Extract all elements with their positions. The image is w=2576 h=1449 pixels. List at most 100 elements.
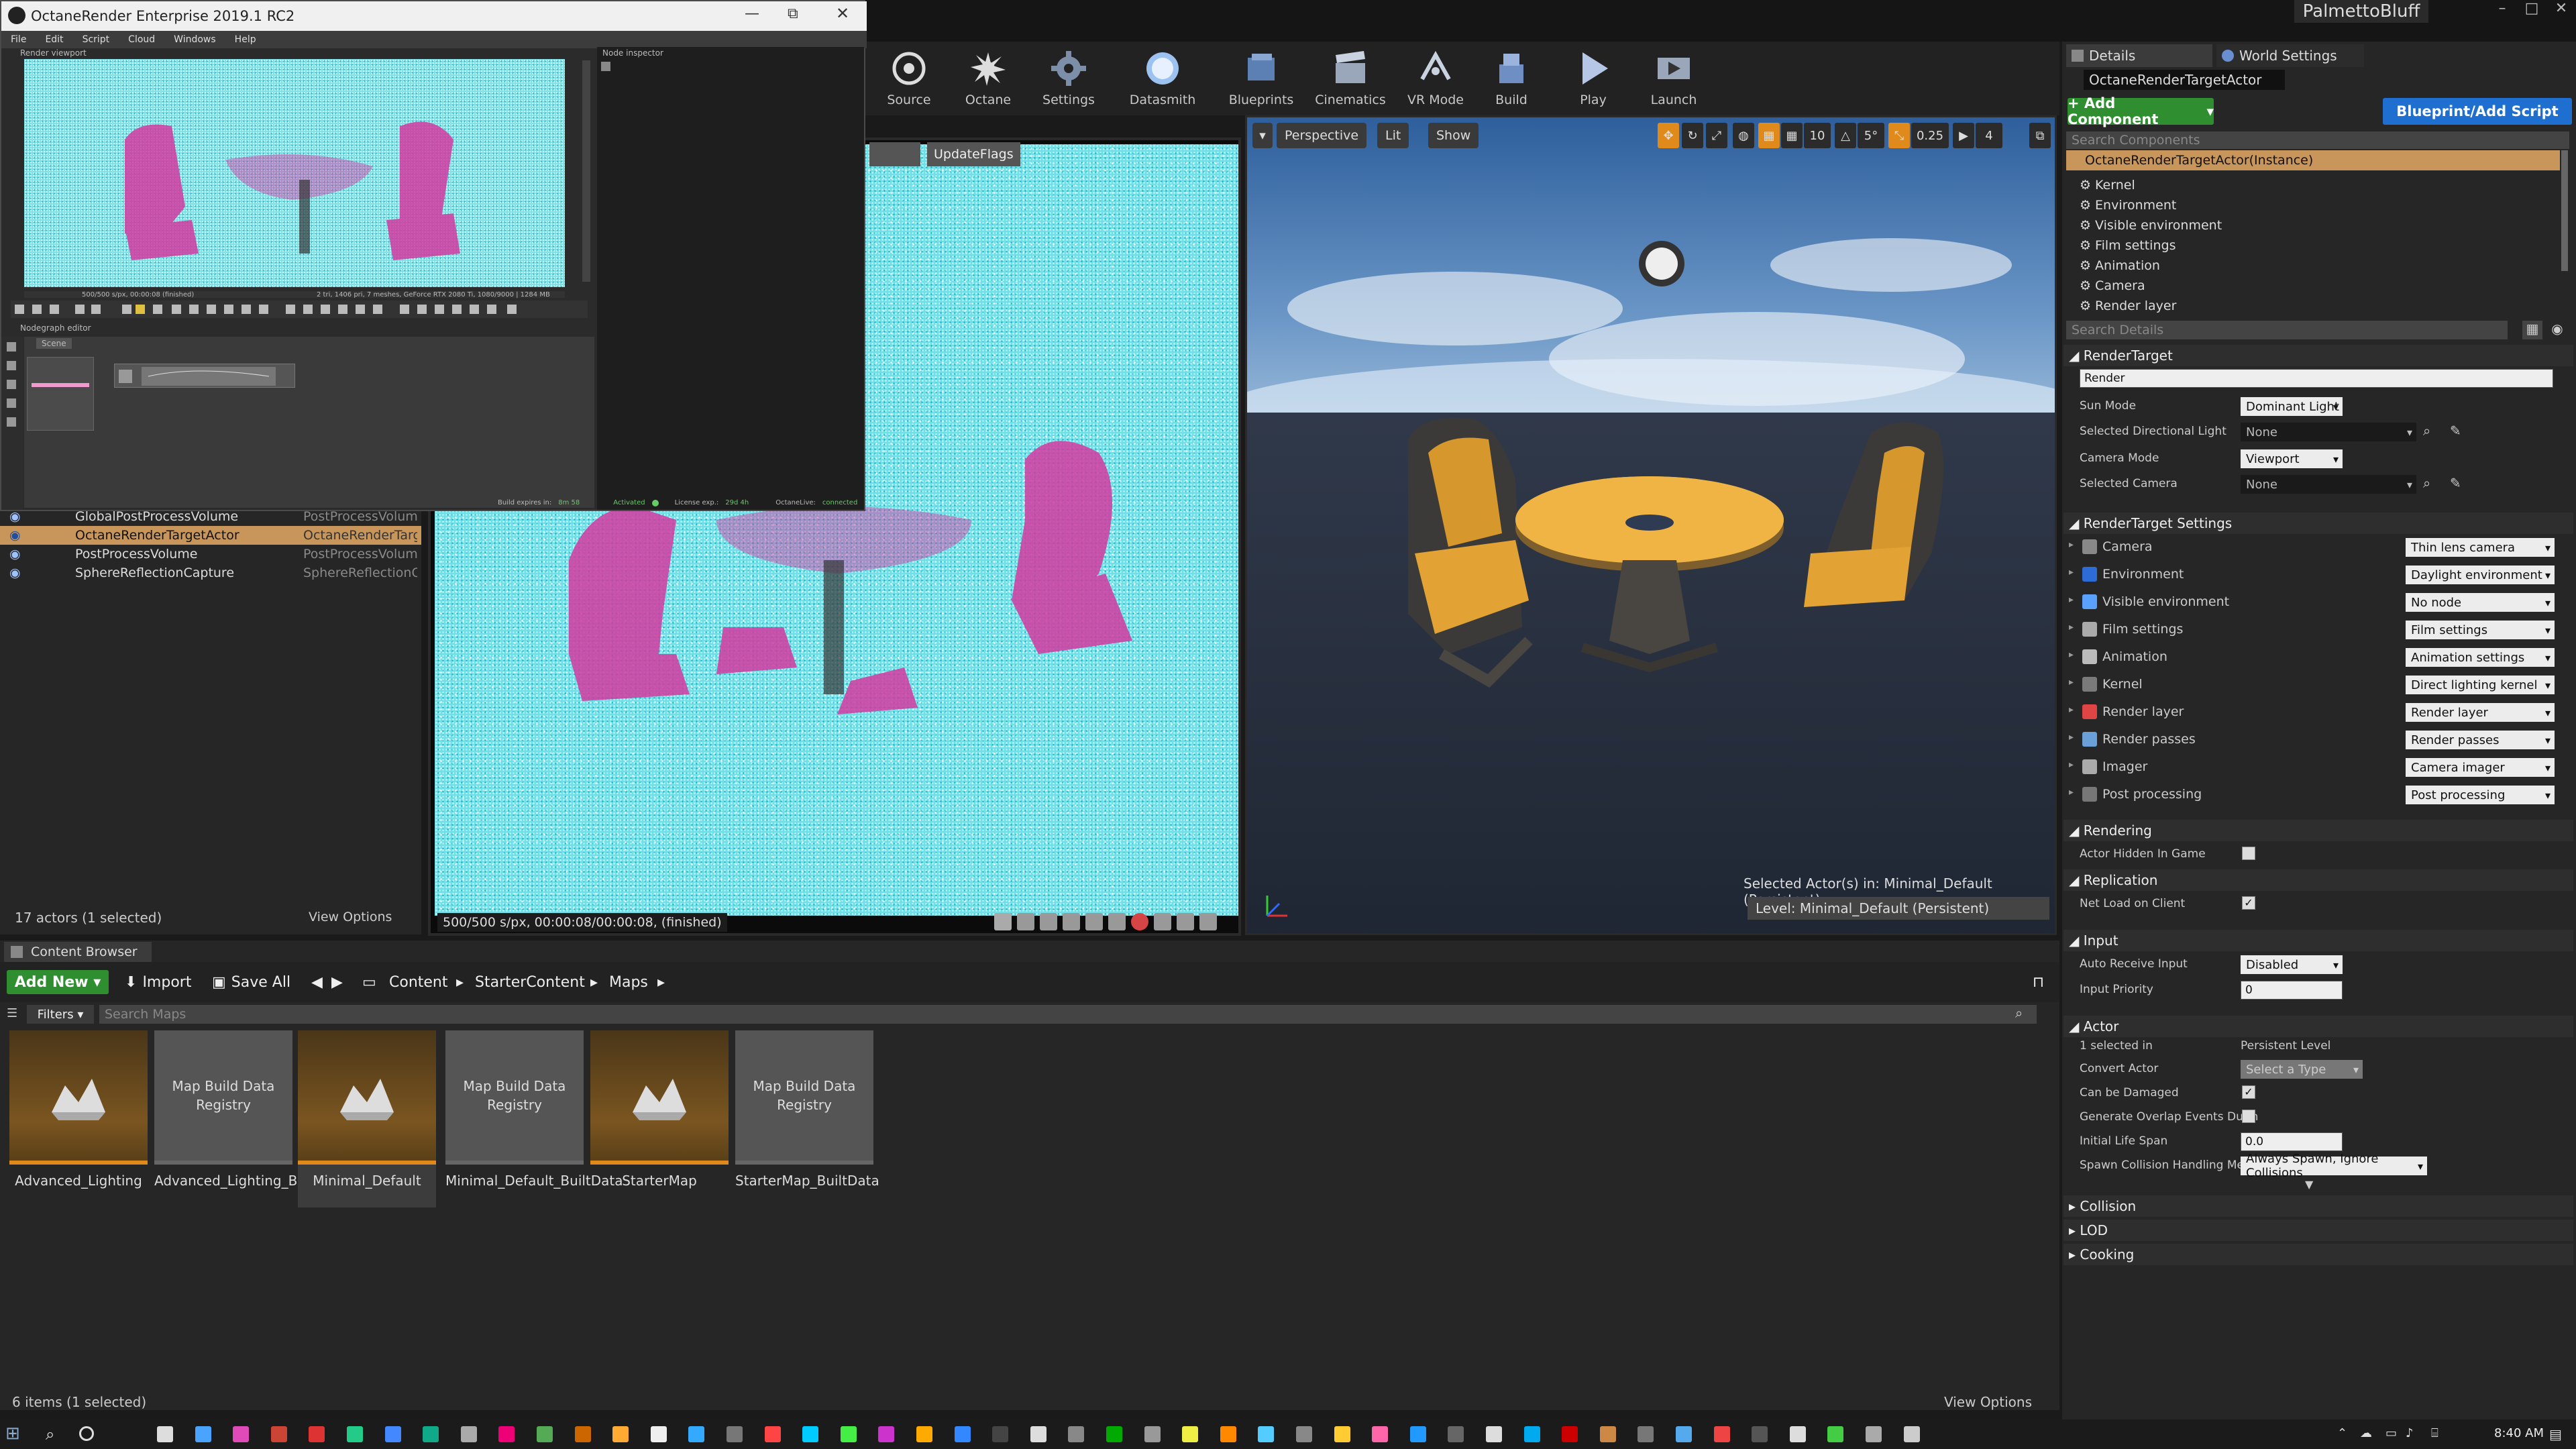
advanced-expand-icon[interactable]: ▼ — [2305, 1178, 2313, 1191]
camera-speed-value[interactable]: 4 — [1976, 123, 2002, 148]
taskbar-app-icon[interactable] — [347, 1426, 363, 1442]
render-camera-icon[interactable] — [994, 913, 1012, 930]
taskbar-app-icon[interactable] — [498, 1426, 515, 1442]
camera-mode-dropdown[interactable]: Viewport — [2241, 449, 2343, 468]
row-expand-icon[interactable]: ▸ — [2069, 567, 2074, 578]
rt-row-dropdown[interactable]: Thin lens camera — [2406, 538, 2555, 557]
search-maps-input[interactable]: Search Maps — [99, 1005, 2037, 1024]
actor-hidden-checkbox[interactable] — [2242, 847, 2255, 860]
rt-row-dropdown[interactable]: Camera imager — [2406, 758, 2555, 777]
filters-button[interactable]: Filters ▾ — [27, 1005, 94, 1024]
taskbar-app-icon[interactable] — [1144, 1426, 1161, 1442]
taskbar-app-icon[interactable] — [1182, 1426, 1198, 1442]
rt-row-dropdown[interactable]: Film settings — [2406, 621, 2555, 639]
scene-node-preview[interactable] — [27, 357, 94, 431]
import-button[interactable]: ⬇ Import — [125, 970, 191, 994]
search-components-input[interactable]: Search Components — [2066, 131, 2569, 149]
details-tab[interactable]: Details — [2066, 44, 2212, 67]
taskbar-app-icon[interactable] — [1562, 1426, 1578, 1442]
initial-life-span-field[interactable]: 0.0 — [2241, 1132, 2343, 1151]
row-expand-icon[interactable]: ▸ — [2069, 787, 2074, 798]
section-input[interactable]: ◢ Input — [2063, 930, 2573, 951]
input-priority-field[interactable]: 0 — [2241, 981, 2343, 1000]
taskbar-app-icon[interactable] — [612, 1426, 629, 1442]
component-film-settings[interactable]: ⚙ Film settings — [2080, 236, 2176, 255]
outliner-row-selected[interactable]: ◉ OctaneRenderTargetActor OctaneRenderTa… — [0, 526, 421, 545]
taskbar-app-icon[interactable] — [195, 1426, 211, 1442]
windows-start-icon[interactable]: ⊞ — [5, 1424, 20, 1444]
taskbar-app-icon[interactable] — [423, 1426, 439, 1442]
search-icon[interactable]: ⌕ — [2015, 1005, 2023, 1021]
components-scrollbar[interactable] — [2561, 150, 2568, 271]
component-environment[interactable]: ⚙ Environment — [2080, 196, 2176, 215]
toolbar-build-button[interactable]: Build — [1474, 48, 1548, 115]
asset-tile[interactable]: Map Build Data Registry Advanced_Lightin… — [154, 1030, 351, 1212]
octane-close-button[interactable]: ✕ — [836, 4, 849, 23]
taskbar-app-icon[interactable] — [1334, 1426, 1350, 1442]
tray-chevron-icon[interactable]: ⌃ — [2337, 1426, 2347, 1440]
taskbar-app-icon[interactable] — [1448, 1426, 1464, 1442]
section-actor[interactable]: ◢ Actor — [2063, 1016, 2573, 1037]
section-lod[interactable]: ▸ LOD — [2063, 1220, 2573, 1241]
battery-tray-icon[interactable]: ⌸ — [2431, 1426, 2438, 1440]
taskbar-app-icon[interactable] — [1220, 1426, 1236, 1442]
render-pause-icon[interactable] — [1154, 913, 1171, 930]
taskbar-app-icon[interactable] — [575, 1426, 591, 1442]
taskbar-app-icon[interactable] — [878, 1426, 894, 1442]
update-flags-button[interactable]: UpdateFlags — [927, 142, 1020, 166]
node-inspector-panel[interactable]: Node inspector — [597, 47, 864, 510]
section-rendering[interactable]: ◢ Rendering — [2063, 820, 2573, 841]
perspective-button[interactable]: Perspective — [1277, 123, 1367, 148]
menu-edit[interactable]: Edit — [36, 34, 72, 45]
render-settings-icon[interactable] — [1199, 913, 1217, 930]
row-expand-icon[interactable]: ▸ — [2069, 539, 2074, 550]
row-expand-icon[interactable]: ▸ — [2069, 704, 2074, 715]
rt-row-dropdown[interactable]: Animation settings — [2406, 648, 2555, 667]
overlap-events-checkbox[interactable] — [2242, 1110, 2255, 1123]
world-local-icon[interactable]: ◍ — [1733, 123, 1754, 148]
inspector-pin-icon[interactable] — [601, 62, 610, 71]
taskbar-app-icon[interactable] — [157, 1426, 173, 1442]
notifications-icon[interactable]: ▤ — [2549, 1426, 2562, 1442]
property-matrix-icon[interactable]: ▦ — [2522, 321, 2542, 339]
search-icon[interactable]: ⌕ — [46, 1425, 54, 1444]
section-replication[interactable]: ◢ Replication — [2063, 869, 2573, 891]
picker-icon[interactable]: ✎ — [2450, 475, 2461, 491]
section-rendertarget-settings[interactable]: ◢ RenderTarget Settings — [2063, 513, 2573, 534]
visibility-eye-icon[interactable]: ◉ — [2544, 321, 2571, 339]
content-browser-tab[interactable]: Content Browser — [4, 942, 152, 962]
asset-tile-selected[interactable]: Minimal_Default — [298, 1030, 436, 1208]
history-back-button[interactable]: ◀ — [311, 970, 323, 994]
component-animation[interactable]: ⚙ Animation — [2080, 256, 2160, 275]
rt-row-dropdown[interactable]: Post processing — [2406, 786, 2555, 804]
content-view-options[interactable]: View Options — [1944, 1394, 2032, 1410]
octane-standalone-window[interactable]: OctaneRender Enterprise 2019.1 RC2 — ⧉ ✕… — [0, 0, 867, 511]
taskbar-app-icon[interactable] — [1296, 1426, 1312, 1442]
taskbar-app-icon[interactable] — [1030, 1426, 1046, 1442]
row-expand-icon[interactable]: ▸ — [2069, 759, 2074, 770]
taskbar-app-icon[interactable] — [1866, 1426, 1882, 1442]
rt-row-dropdown[interactable]: No node — [2406, 593, 2555, 612]
octane-nodegraph-editor[interactable]: Scene — [24, 337, 594, 508]
auto-receive-input-dropdown[interactable]: Disabled — [2241, 955, 2343, 974]
component-camera[interactable]: ⚙ Camera — [2080, 276, 2145, 295]
can-be-damaged-checkbox[interactable]: ✓ — [2242, 1085, 2255, 1099]
render-image-icon[interactable] — [1177, 913, 1194, 930]
taskbar-app-icon[interactable] — [992, 1426, 1008, 1442]
selected-camera-dropdown[interactable]: None — [2241, 475, 2416, 494]
scale-tool-icon[interactable]: ⤢ — [1706, 123, 1727, 148]
menu-cloud[interactable]: Cloud — [119, 34, 164, 45]
cortana-icon[interactable] — [79, 1426, 94, 1441]
taskbar-app-icon[interactable] — [461, 1426, 477, 1442]
taskbar-app-icon[interactable] — [955, 1426, 971, 1442]
camera-speed-icon[interactable]: ▶ — [1953, 123, 1974, 148]
taskbar-app-icon[interactable] — [1790, 1426, 1806, 1442]
rotation-snap-value[interactable]: 5° — [1858, 123, 1884, 148]
taskbar-app-icon[interactable] — [1410, 1426, 1426, 1442]
toolbar-launch-button[interactable]: Launch — [1637, 48, 1711, 115]
asset-tile[interactable]: Map Build Data Registry Minimal_Default_… — [445, 1030, 623, 1212]
toolbar-settings-button[interactable]: Settings — [1032, 48, 1106, 115]
render-grid-icon[interactable] — [1063, 913, 1080, 930]
sources-toggle-icon[interactable]: ☰ — [7, 1006, 17, 1020]
render-name-field[interactable]: Render — [2080, 369, 2553, 388]
